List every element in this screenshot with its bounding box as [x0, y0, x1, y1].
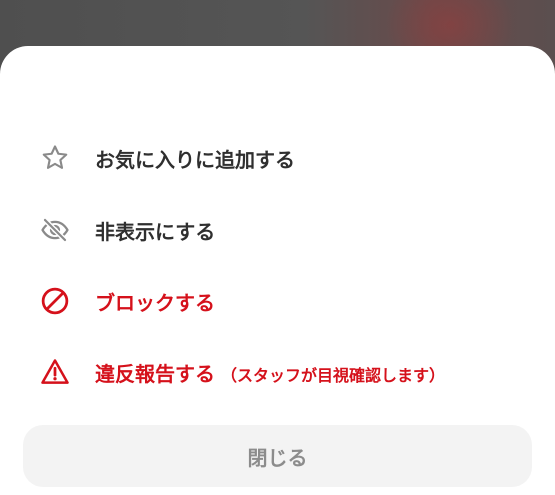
- block-icon: [40, 286, 70, 316]
- hide-item[interactable]: 非表示にする: [0, 200, 555, 260]
- warning-icon: [40, 357, 70, 387]
- report-violation-item[interactable]: 違反報告する （スタッフが目視確認します）: [0, 342, 555, 402]
- report-label-text: 違反報告する: [95, 361, 215, 386]
- block-label: ブロックする: [95, 290, 215, 315]
- hide-label: 非表示にする: [95, 219, 216, 244]
- close-button-label: 閉じる: [247, 445, 308, 470]
- star-icon: [40, 143, 70, 173]
- report-note: （スタッフが目視確認します）: [221, 365, 446, 385]
- close-button[interactable]: 閉じる: [23, 425, 532, 487]
- report-violation-label: 違反報告する （スタッフが目視確認します）: [95, 358, 445, 387]
- add-to-favorites-item[interactable]: お気に入りに追加する: [0, 128, 555, 188]
- block-item[interactable]: ブロックする: [0, 271, 555, 331]
- action-sheet: お気に入りに追加する 非表示にする ブロックする 違反報告する （スタッフが目視…: [0, 46, 555, 495]
- eye-off-icon: [40, 215, 70, 245]
- add-to-favorites-label: お気に入りに追加する: [95, 147, 295, 172]
